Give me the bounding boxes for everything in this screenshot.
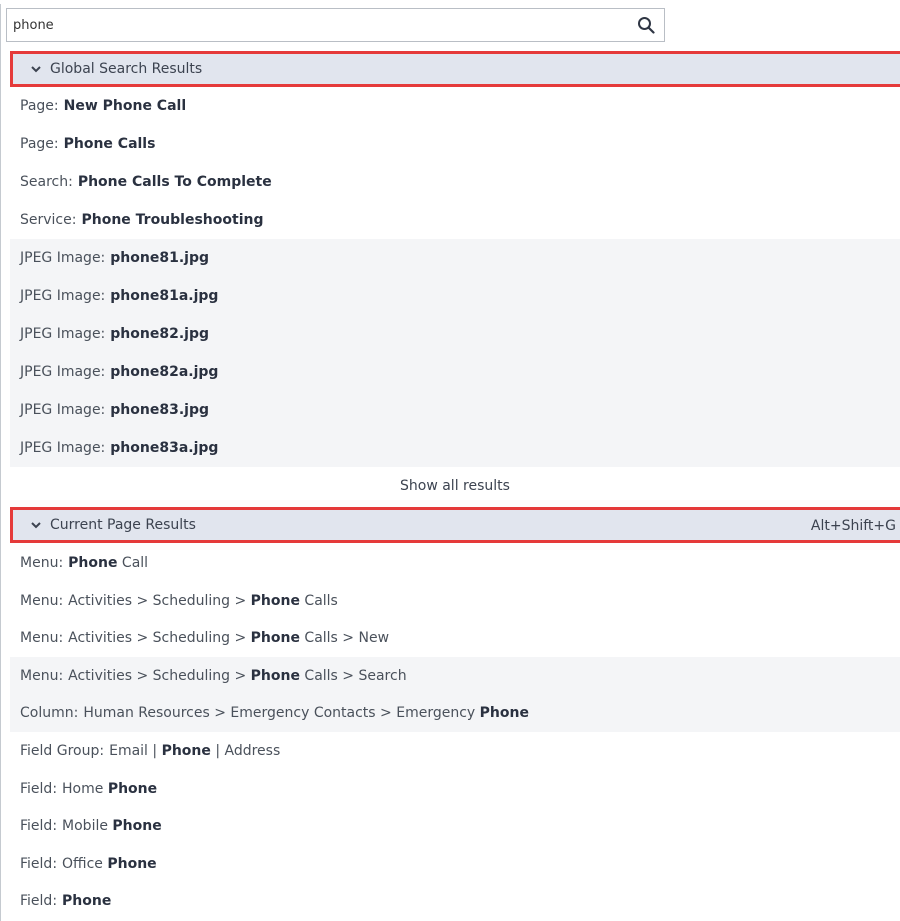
- result-name: phone82a.jpg: [110, 364, 219, 380]
- current-page-result-item[interactable]: Column: Human Resources > Emergency Conta…: [10, 694, 900, 733]
- current-page-result-item[interactable]: Field: Mobile Phone: [10, 807, 900, 845]
- result-type-label: Menu:: [20, 630, 64, 647]
- result-path: Email |: [109, 743, 162, 759]
- result-name: New Phone Call: [63, 98, 187, 114]
- result-name: Phone Calls To Complete: [77, 174, 272, 190]
- result-path: Human Resources > Emergency Contacts > E…: [83, 705, 480, 722]
- global-results-header[interactable]: Global Search Results: [10, 51, 900, 87]
- result-path: Mobile: [62, 818, 113, 835]
- search-box: [6, 8, 665, 42]
- current-page-result-item[interactable]: Menu: Activities > Scheduling > Phone Cal…: [10, 656, 900, 695]
- result-type-label: Column:: [20, 705, 79, 722]
- result-match: Phone: [250, 592, 300, 609]
- current-page-result-item[interactable]: Field Group: Email | Phone | Address: [10, 732, 900, 770]
- current-page-results-header[interactable]: Current Page Results Alt+Shift+G: [10, 507, 900, 543]
- result-name: Phone Calls: [63, 136, 156, 152]
- global-result-item[interactable]: Service: Phone Troubleshooting: [10, 201, 900, 239]
- result-path-suffix: Call: [117, 555, 149, 571]
- result-match: Phone: [161, 743, 211, 759]
- global-results-title: Global Search Results: [50, 61, 203, 77]
- global-result-item[interactable]: JPEG Image: phone82.jpg: [10, 315, 900, 353]
- result-path-suffix: | Address: [210, 743, 281, 759]
- dropdown-left-border: [0, 4, 1, 921]
- result-type-label: JPEG Image:: [20, 288, 106, 304]
- show-all-results-link[interactable]: Show all results: [400, 478, 510, 494]
- result-name: phone81a.jpg: [110, 288, 219, 304]
- search-input[interactable]: [7, 9, 633, 41]
- result-match: Phone: [62, 893, 112, 910]
- result-type-label: JPEG Image:: [20, 364, 106, 380]
- result-path-suffix: Calls > Search: [299, 667, 407, 684]
- result-match: Phone: [68, 555, 118, 571]
- search-icon[interactable]: [637, 16, 655, 34]
- result-type-label: JPEG Image:: [20, 440, 106, 456]
- result-type-label: JPEG Image:: [20, 250, 106, 266]
- result-path: Home: [62, 780, 108, 797]
- result-type-label: Field:: [20, 780, 58, 797]
- current-page-results-title: Current Page Results: [50, 517, 196, 533]
- result-name: Phone Troubleshooting: [81, 212, 264, 228]
- current-page-result-item[interactable]: Menu: Activities > Scheduling > Phone Cal…: [10, 619, 900, 657]
- global-result-item[interactable]: JPEG Image: phone83.jpg: [10, 391, 900, 429]
- result-path: Activities > Scheduling >: [68, 592, 251, 609]
- current-page-result-item[interactable]: Field: Home Phone: [10, 770, 900, 808]
- result-path-suffix: Calls: [299, 592, 338, 609]
- result-type-label: Menu:: [20, 592, 64, 609]
- result-match: Phone: [107, 780, 158, 797]
- result-match: Phone: [250, 630, 300, 647]
- result-name: phone83.jpg: [110, 402, 209, 418]
- result-type-label: JPEG Image:: [20, 402, 106, 418]
- result-type-label: Menu:: [20, 667, 64, 684]
- result-type-label: Field Group:: [20, 743, 105, 759]
- current-page-result-item[interactable]: Menu: Phone Call: [10, 544, 900, 582]
- result-path: Activities > Scheduling >: [68, 630, 251, 647]
- result-type-label: Search:: [20, 174, 73, 190]
- current-page-result-item[interactable]: Menu: Activities > Scheduling > Phone Cal…: [10, 582, 900, 620]
- result-path-suffix: Calls > New: [299, 630, 390, 647]
- result-path: Office: [62, 855, 108, 872]
- result-type-label: JPEG Image:: [20, 326, 106, 342]
- result-path: Activities > Scheduling >: [68, 667, 251, 684]
- global-result-item[interactable]: JPEG Image: phone81.jpg: [10, 239, 900, 277]
- result-name: phone81.jpg: [110, 250, 209, 266]
- result-type-label: Service:: [20, 212, 77, 228]
- current-page-result-item[interactable]: Field: Office Phone: [10, 845, 900, 883]
- current-page-result-item[interactable]: Field: Phone: [10, 882, 900, 920]
- result-type-label: Page:: [20, 98, 59, 114]
- global-result-item[interactable]: JPEG Image: phone83a.jpg: [10, 429, 900, 467]
- result-match: Phone: [107, 855, 157, 872]
- global-result-item[interactable]: JPEG Image: phone81a.jpg: [10, 277, 900, 315]
- result-type-label: Page:: [20, 136, 59, 152]
- result-type-label: Field:: [20, 855, 58, 872]
- result-name: phone82.jpg: [110, 326, 209, 342]
- result-match: Phone: [112, 818, 162, 835]
- global-result-item[interactable]: Page: New Phone Call: [10, 87, 900, 125]
- result-match: Phone: [250, 667, 300, 684]
- chevron-down-icon: [31, 66, 41, 73]
- result-name: phone83a.jpg: [110, 440, 219, 456]
- chevron-down-icon: [31, 522, 41, 529]
- global-result-item[interactable]: Page: Phone Calls: [10, 125, 900, 163]
- result-type-label: Field:: [20, 818, 58, 835]
- result-match: Phone: [479, 705, 529, 722]
- search-dropdown: Global Search Results Page:New Phone Cal…: [0, 0, 900, 921]
- result-type-label: Field:: [20, 893, 58, 910]
- result-type-label: Menu:: [20, 555, 64, 571]
- keyboard-shortcut: Alt+Shift+G: [810, 518, 896, 534]
- global-result-item[interactable]: JPEG Image: phone82a.jpg: [10, 353, 900, 391]
- global-result-item[interactable]: Search: Phone Calls To Complete: [10, 163, 900, 201]
